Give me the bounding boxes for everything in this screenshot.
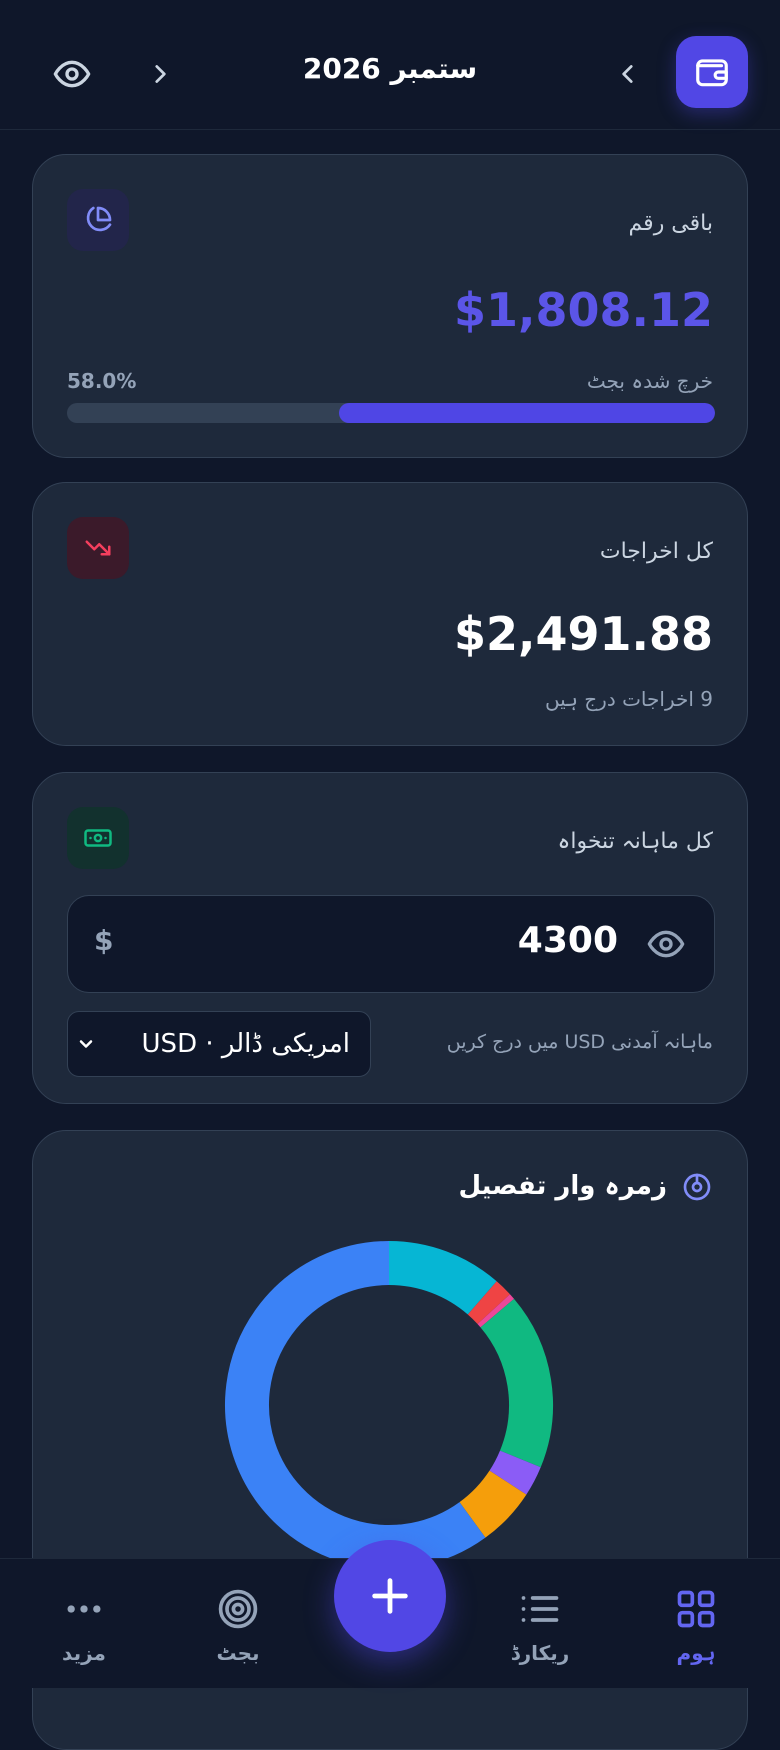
chevron-right-icon (155, 65, 166, 83)
salary-input[interactable]: $ 4300 (67, 895, 715, 993)
budget-progress-bar (67, 403, 715, 423)
eye-icon[interactable] (48, 50, 96, 98)
nav-records[interactable]: ریکارڈ (480, 1587, 600, 1665)
monthly-salary-card: کل ماہانہ تنخواہ $ 4300 USD · امریکی ڈال… (32, 772, 748, 1104)
donut-slice (477, 1294, 515, 1328)
target-icon (218, 1589, 258, 1629)
remaining-amount: $1,808.12 (454, 283, 713, 337)
expenses-amount: $2,491.88 (454, 607, 713, 661)
grid-icon (677, 1590, 715, 1628)
remaining-title: باقی رقم (628, 211, 713, 236)
spent-percent: 58.0% (67, 369, 137, 393)
banknote-icon (67, 807, 129, 869)
donut-slice (225, 1241, 486, 1569)
salary-hint: ماہانہ آمدنی USD میں درج کریں (446, 1031, 713, 1053)
category-donut-chart (225, 1241, 553, 1569)
nav-budget[interactable]: بجٹ (178, 1587, 298, 1665)
donut-chart-icon (681, 1171, 715, 1205)
donut-slice (388, 1241, 497, 1315)
pie-chart-icon (67, 189, 129, 251)
remaining-balance-card: باقی رقم $1,808.12 خرچ شدہ بجٹ 58.0% (32, 154, 748, 458)
add-record-button[interactable] (334, 1540, 446, 1652)
salary-value: 4300 (517, 920, 618, 961)
wallet-icon[interactable] (676, 36, 748, 108)
donut-slice (459, 1470, 527, 1538)
budget-progress-fill (339, 403, 715, 423)
nav-budget-label: بجٹ (216, 1641, 260, 1665)
breakdown-title: زمرہ وار تفصیل (458, 1171, 667, 1201)
currency-select[interactable]: USD · امریکی ڈالر (67, 1011, 371, 1077)
next-month-button[interactable] (145, 54, 175, 94)
plus-icon (372, 1578, 408, 1614)
previous-month-button[interactable] (613, 54, 643, 94)
spent-budget-label: خرچ شدہ بجٹ (586, 369, 713, 393)
nav-more[interactable]: مزید (24, 1587, 144, 1665)
currency-symbol: $ (94, 924, 114, 957)
currency-select-value: USD · امریکی ڈالر (141, 1029, 350, 1059)
donut-slice (480, 1298, 553, 1468)
salary-title: کل ماہانہ تنخواہ (557, 829, 713, 854)
nav-home[interactable]: ہوم (636, 1587, 756, 1665)
nav-records-label: ریکارڈ (510, 1641, 570, 1665)
month-title: ستمبر 2026 (302, 52, 478, 85)
chevron-down-icon (79, 1040, 93, 1048)
nav-more-label: مزید (62, 1641, 106, 1665)
more-icon (67, 1605, 101, 1613)
top-bar: ستمبر 2026 (0, 0, 780, 130)
chevron-left-icon (622, 65, 633, 83)
expenses-title: کل اخراجات (599, 539, 713, 564)
total-expenses-card: کل اخراجات $2,491.88 9 اخراجات درج ہیں (32, 482, 748, 746)
donut-slice (489, 1450, 541, 1495)
eye-icon[interactable] (646, 924, 688, 966)
nav-home-label: ہوم (676, 1641, 716, 1665)
expenses-count: 9 اخراجات درج ہیں (544, 687, 713, 711)
trending-down-icon (67, 517, 129, 579)
list-icon (521, 1596, 559, 1622)
donut-slice (467, 1281, 510, 1325)
